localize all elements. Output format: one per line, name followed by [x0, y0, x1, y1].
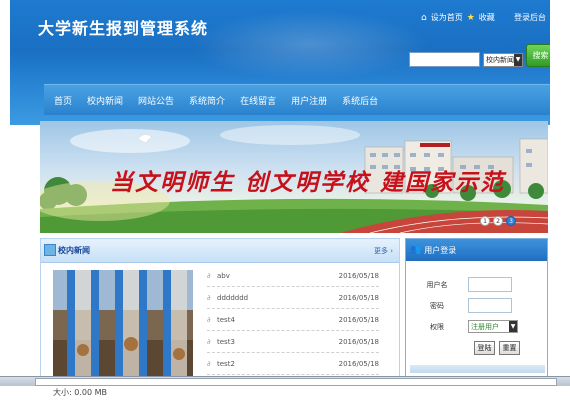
user-icon: 👤	[498, 12, 510, 23]
news-item-date: 2016/05/18	[338, 337, 379, 346]
news-photo[interactable]	[53, 270, 193, 378]
slide-indicators: 1 2 3	[480, 216, 516, 226]
set-homepage-link[interactable]: 设为首页	[431, 12, 463, 23]
news-item-date: 2016/05/18	[338, 271, 379, 280]
news-item-date: 2016/05/18	[338, 293, 379, 302]
role-row: 权限 注册用户 ▼	[406, 320, 549, 333]
news-panel-header: 校内新闻 更多 ›	[41, 239, 399, 263]
news-item[interactable]: ∂ ddddddd 2016/05/18	[207, 287, 379, 309]
username-row: 用户名	[406, 277, 549, 292]
site-header: 大学新生报到管理系统 ⌂ 设为首页 ★ 收藏 👤 登录后台 校内新闻 ▼ 搜索 …	[10, 0, 550, 125]
news-item[interactable]: ∂ test3 2016/05/18	[207, 331, 379, 353]
paperclip-icon: ∂	[207, 271, 211, 280]
search-button[interactable]: 搜索	[526, 44, 550, 67]
search-input[interactable]	[409, 52, 480, 67]
users-icon: 👥	[410, 245, 422, 255]
search-category-value: 校内新闻	[486, 55, 514, 64]
banner-slogan: 当文明师生 创文明学校 建国家示范	[110, 169, 506, 196]
top-links: ⌂ 设为首页 ★ 收藏 👤 登录后台	[421, 12, 546, 23]
news-item[interactable]: ∂ test2 2016/05/18	[207, 353, 379, 375]
password-label: 密码	[430, 301, 444, 310]
campus-news-panel: 校内新闻 更多 › ∂ abv 2016/05/18 ∂ ddddddd 201…	[40, 238, 400, 378]
slide-dot-3[interactable]: 3	[506, 216, 516, 226]
login-button[interactable]: 登陆	[474, 341, 495, 355]
home-icon: ⌂	[420, 12, 427, 23]
paperclip-icon: ∂	[207, 293, 211, 302]
search-bar: 校内新闻 ▼	[409, 52, 523, 67]
admin-login-link[interactable]: 登录后台	[514, 12, 546, 23]
news-item[interactable]: ∂ abv 2016/05/18	[207, 265, 379, 287]
main-nav: 首页 校内新闻 网站公告 系统简介 在线留言 用户注册 系统后台	[44, 84, 550, 115]
user-login-panel: 👥 用户登录 用户名 密码 权限 注册用户 ▼ 登陆 重置	[405, 238, 548, 378]
reset-button[interactable]: 重置	[499, 341, 520, 355]
nav-item-announcements[interactable]: 网站公告	[138, 94, 174, 107]
paperclip-icon: ∂	[207, 359, 211, 368]
nav-item-system-intro[interactable]: 系统简介	[189, 94, 225, 107]
news-item-title[interactable]: test4	[217, 316, 339, 324]
login-panel-title: 用户登录	[424, 245, 457, 255]
bookmark-link[interactable]: 收藏	[479, 12, 495, 23]
page: 大学新生报到管理系统 ⌂ 设为首页 ★ 收藏 👤 登录后台 校内新闻 ▼ 搜索 …	[0, 0, 570, 402]
password-row: 密码	[406, 298, 549, 313]
paperclip-icon: ∂	[207, 315, 211, 324]
password-field[interactable]	[468, 298, 512, 313]
site-title: 大学新生报到管理系统	[38, 19, 209, 38]
nav-item-guestbook[interactable]: 在线留言	[240, 94, 276, 107]
login-buttons-row: 登陆 重置	[406, 341, 549, 355]
login-panel-footer	[410, 365, 545, 373]
role-select[interactable]: 注册用户 ▼	[468, 320, 518, 333]
nav-item-register[interactable]: 用户注册	[291, 94, 327, 107]
news-icon	[44, 244, 56, 256]
search-category-select[interactable]: 校内新闻 ▼	[483, 52, 523, 67]
login-panel-header: 👥 用户登录	[406, 239, 547, 261]
paperclip-icon: ∂	[207, 337, 211, 346]
role-label: 权限	[430, 322, 444, 331]
role-select-value: 注册用户	[471, 322, 499, 331]
news-photo-art	[53, 270, 193, 378]
banner-slideshow: 当文明师生 创文明学校 建国家示范 1 2 3	[40, 121, 548, 233]
header-glow	[190, 10, 430, 80]
slide-dot-2[interactable]: 2	[493, 216, 503, 226]
news-list: ∂ abv 2016/05/18 ∂ ddddddd 2016/05/18 ∂ …	[207, 265, 379, 375]
news-item-title[interactable]: test2	[217, 360, 339, 368]
nav-item-admin[interactable]: 系统后台	[342, 94, 378, 107]
news-item-title[interactable]: abv	[217, 272, 339, 280]
news-more-link[interactable]: 更多 ›	[374, 246, 393, 256]
news-item-date: 2016/05/18	[338, 315, 379, 324]
nav-item-home[interactable]: 首页	[54, 94, 72, 107]
news-item-title[interactable]: test3	[217, 338, 339, 346]
slide-dot-1[interactable]: 1	[480, 216, 490, 226]
news-item-title[interactable]: ddddddd	[217, 294, 339, 302]
horizontal-scrollbar[interactable]	[35, 378, 557, 386]
chevron-down-icon: ▼	[514, 53, 522, 66]
news-item[interactable]: ∂ test4 2016/05/18	[207, 309, 379, 331]
news-panel-title: 校内新闻	[58, 246, 90, 255]
file-size-info: 大小: 0.00 MB	[53, 388, 107, 397]
chevron-down-icon: ▼	[509, 321, 517, 332]
username-label: 用户名	[426, 280, 448, 289]
news-item-date: 2016/05/18	[338, 359, 379, 368]
star-icon: ★	[466, 12, 475, 23]
username-field[interactable]	[468, 277, 512, 292]
nav-item-campus-news[interactable]: 校内新闻	[87, 94, 123, 107]
